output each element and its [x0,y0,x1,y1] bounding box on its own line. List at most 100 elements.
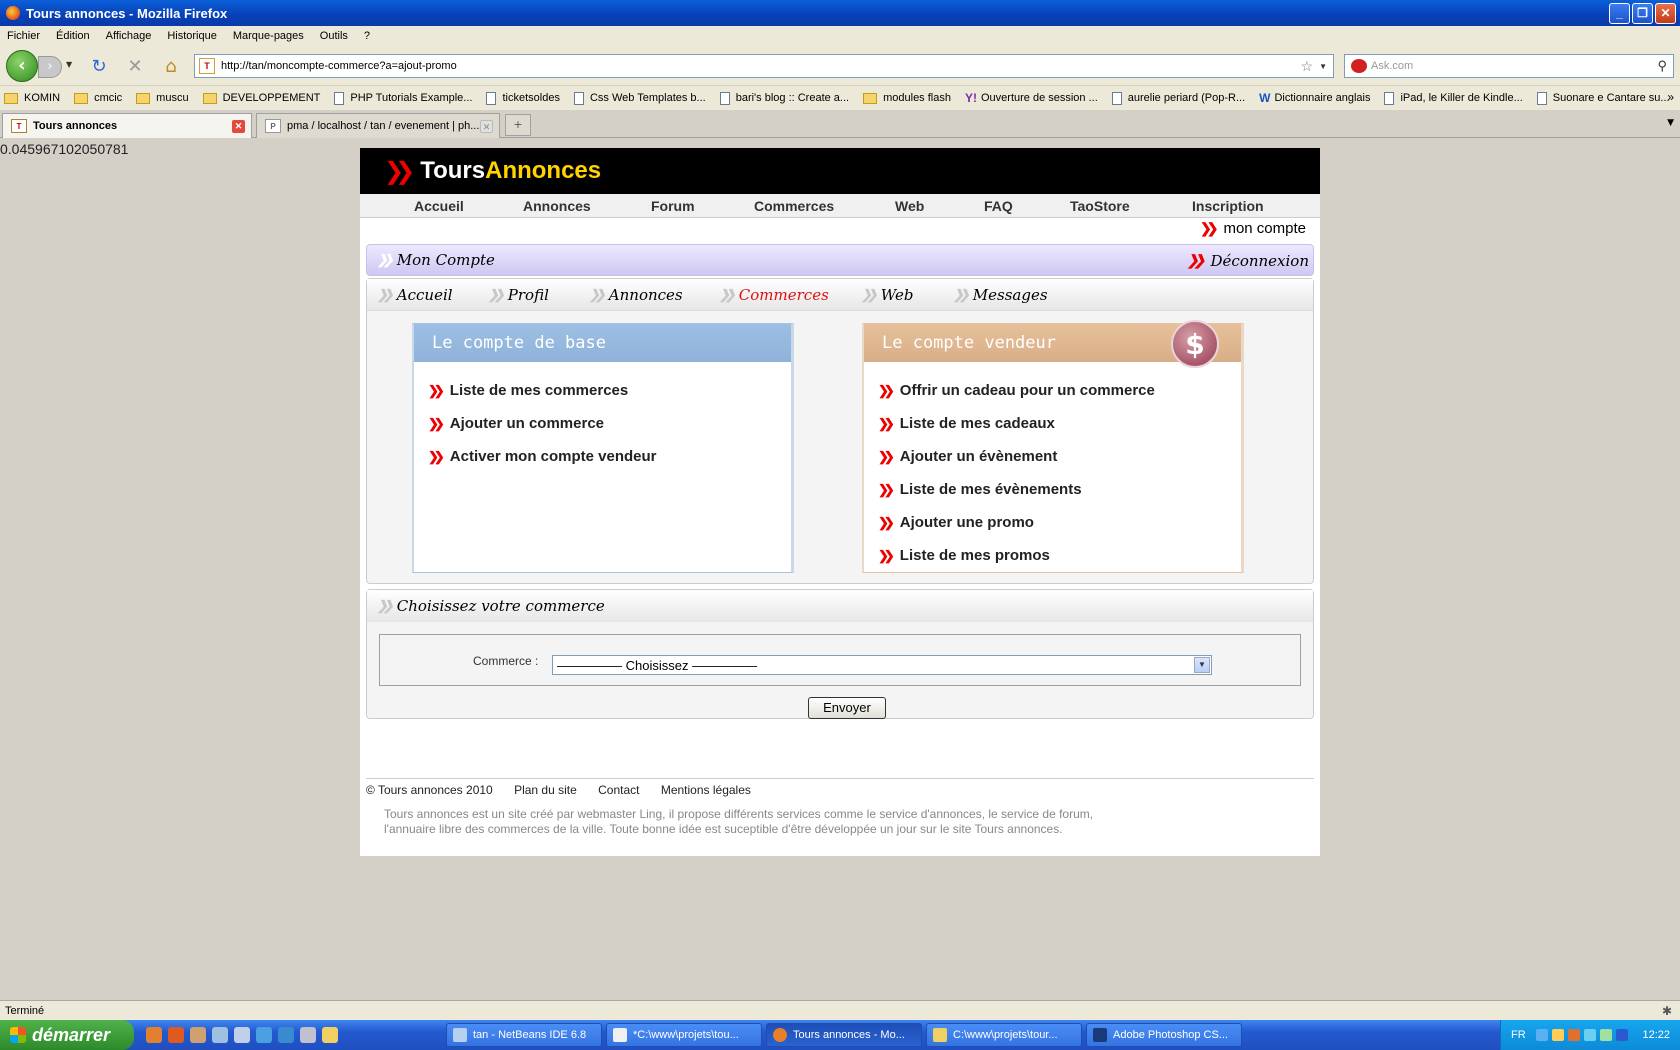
close-tab-icon[interactable]: ✕ [232,120,245,133]
link-liste-promos[interactable]: ❯❯ Liste de mes promos [878,539,1241,572]
bookmark-star-icon[interactable]: ☆ [1301,58,1314,75]
subnav-annonces[interactable]: ❯❯ Annonces [589,286,683,304]
bookmark-item[interactable]: muscu [136,92,189,104]
address-bar[interactable]: T http://tan/moncompte-commerce?a=ajout-… [194,54,1334,78]
task-editor[interactable]: *C:\www\projets\tou... [606,1023,762,1047]
tray-shield-icon[interactable] [1615,1029,1628,1041]
footer-link-plan[interactable]: Plan du site [514,783,577,797]
tray-update-icon[interactable] [1567,1029,1580,1041]
task-netbeans[interactable]: tan - NetBeans IDE 6.8 [446,1023,602,1047]
ie-alt-quicklaunch-icon[interactable] [278,1027,294,1043]
nav-annonces[interactable]: Annonces [523,198,591,214]
link-activer-vendeur[interactable]: ❯❯ Activer mon compte vendeur [428,440,791,473]
link-ajouter-commerce[interactable]: ❯❯ Ajouter un commerce [428,407,791,440]
menu-fichier[interactable]: Fichier [7,30,40,42]
start-button[interactable]: démarrer [0,1020,134,1050]
link-liste-evenements[interactable]: ❯❯ Liste de mes évènements [878,473,1241,506]
tray-arrow-icon[interactable] [1535,1029,1548,1041]
site-logo[interactable]: ❯❯ Tours Annonces [360,148,1320,194]
link-liste-cadeaux[interactable]: ❯❯ Liste de mes cadeaux [878,407,1241,440]
commerce-select[interactable]: ————— Choisissez ————— ▼ [552,655,1212,675]
search-placeholder[interactable]: Ask.com [1371,60,1413,72]
globe-quicklaunch-icon[interactable] [300,1027,316,1043]
bookmark-item[interactable]: iPad, le Killer de Kindle... [1384,91,1523,105]
nav-web[interactable]: Web [895,198,924,214]
bookmark-item[interactable]: bari's blog :: Create a... [719,91,849,105]
bookmark-item[interactable]: Css Web Templates b... [573,91,706,105]
close-tab-icon[interactable]: ✕ [480,120,493,133]
nav-taostore[interactable]: TaoStore [1070,198,1130,214]
menu-marque-pages[interactable]: Marque-pages [233,30,304,42]
tray-volume-icon[interactable] [1599,1029,1612,1041]
task-explorer[interactable]: C:\www\projets\tour... [926,1023,1082,1047]
task-photoshop[interactable]: Adobe Photoshop CS... [1086,1023,1242,1047]
new-tab-button[interactable]: + [505,114,531,136]
menu-outils[interactable]: Outils [320,30,348,42]
tab-tours-annonces[interactable]: T Tours annonces ✕ [2,113,252,138]
folder-quicklaunch-icon[interactable] [322,1027,338,1043]
bookmark-item[interactable]: W Dictionnaire anglais [1259,91,1370,105]
menu-historique[interactable]: Historique [167,30,217,42]
submit-button[interactable]: Envoyer [808,697,886,719]
firefox-quicklaunch-icon[interactable] [146,1027,162,1043]
bookmark-item[interactable]: aurelie periard (Pop-R... [1111,91,1245,105]
tab-list-dropdown-icon[interactable]: ▼ [1667,118,1674,128]
ask-engine-icon[interactable] [1351,59,1367,73]
logout-link[interactable]: ❯❯ Déconnexion [1187,252,1309,270]
resize-grip-icon[interactable]: ✱ [1662,1004,1672,1018]
bookmark-item[interactable]: modules flash [863,92,951,104]
search-icon[interactable]: ⚲ [1657,58,1667,74]
search-bar[interactable]: Ask.com ⚲ [1344,54,1674,78]
home-icon[interactable]: ⌂ [160,56,182,78]
menu-edition[interactable]: Édition [56,30,90,42]
task-firefox[interactable]: Tours annonces - Mo... [766,1023,922,1047]
subnav-profil[interactable]: ❯❯ Profil [488,286,549,304]
menu-help[interactable]: ? [364,30,370,42]
app-quicklaunch-icon[interactable] [234,1027,250,1043]
subnav-web[interactable]: ❯❯ Web [861,286,913,304]
chevron-right-icon[interactable]: » [1667,90,1674,104]
language-indicator[interactable]: FR [1511,1029,1526,1041]
history-dropdown-icon[interactable]: ▼ [66,60,72,69]
back-button[interactable]: ‹ [6,50,38,82]
nav-faq[interactable]: FAQ [984,198,1013,214]
bookmark-item[interactable]: Y! Ouverture de session ... [965,91,1098,105]
link-ajouter-evenement[interactable]: ❯❯ Ajouter un évènement [878,440,1241,473]
nav-forum[interactable]: Forum [651,198,695,214]
reload-icon[interactable]: ↻ [88,56,110,78]
nav-inscription[interactable]: Inscription [1192,198,1264,214]
tray-app-icon[interactable] [1551,1029,1564,1041]
minimize-button[interactable]: _ [1609,3,1630,24]
footer-link-contact[interactable]: Contact [598,783,639,797]
address-url[interactable]: http://tan/moncompte-commerce?a=ajout-pr… [221,60,457,72]
footer-link-mentions[interactable]: Mentions légales [661,783,751,797]
chevron-down-icon[interactable]: ▼ [1194,657,1210,673]
subnav-commerces[interactable]: ❯❯ Commerces [719,286,829,304]
link-ajouter-promo[interactable]: ❯❯ Ajouter une promo [878,506,1241,539]
nav-accueil[interactable]: Accueil [414,198,464,214]
bookmark-item[interactable]: cmcic [74,92,122,104]
bookmark-item[interactable]: Suonare e Cantare su... [1536,91,1670,105]
link-liste-commerces[interactable]: ❯❯ Liste de mes commerces [428,374,791,407]
bookmark-item[interactable]: DEVELOPPEMENT [202,92,320,104]
subnav-accueil[interactable]: ❯❯ Accueil [377,286,453,304]
ie-quicklaunch-icon[interactable] [256,1027,272,1043]
tray-network-icon[interactable] [1583,1029,1596,1041]
tool-quicklaunch-icon[interactable] [212,1027,228,1043]
nav-commerces[interactable]: Commerces [754,198,834,214]
mon-compte-link[interactable]: ❯❯ mon compte [1200,220,1306,237]
subnav-messages[interactable]: ❯❯ Messages [953,286,1048,304]
restore-button[interactable]: ❐ [1632,3,1653,24]
url-dropdown-icon[interactable]: ▼ [1319,62,1327,71]
bookmark-item[interactable]: KOMIN [4,92,60,104]
menu-affichage[interactable]: Affichage [106,30,152,42]
bookmark-item[interactable]: ticketsoldes [486,91,560,105]
close-button[interactable]: ✕ [1655,3,1676,24]
firefox-alt-quicklaunch-icon[interactable] [168,1027,184,1043]
stop-icon[interactable]: ✕ [124,56,146,78]
forward-button[interactable]: › [38,56,62,78]
link-offrir-cadeau[interactable]: ❯❯ Offrir un cadeau pour un commerce [878,374,1241,407]
tab-pma[interactable]: P pma / localhost / tan / evenement | ph… [256,113,500,138]
user-quicklaunch-icon[interactable] [190,1027,206,1043]
bookmark-item[interactable]: PHP Tutorials Example... [334,91,472,105]
